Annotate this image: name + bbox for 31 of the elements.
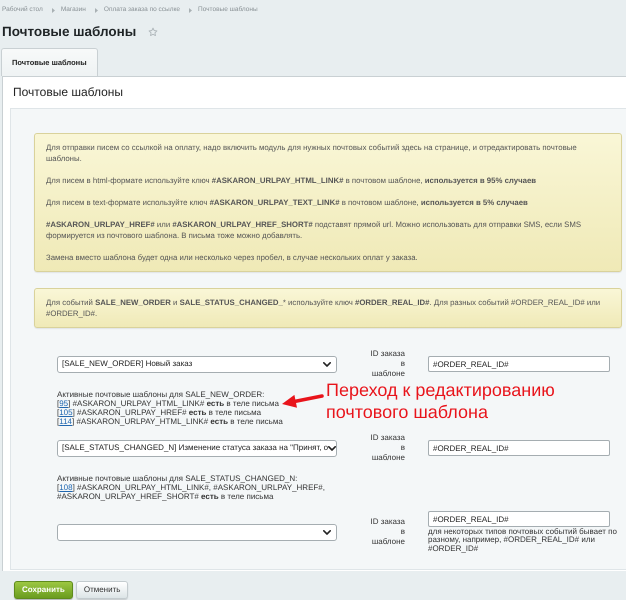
caret-right-icon [189, 8, 192, 12]
chevron-down-icon [323, 362, 331, 366]
star-icon[interactable] [148, 27, 158, 37]
template-line: [108] #ASKARON_URLPAY_HTML_LINK#, #ASKARON_URLPAY_HREF#, #ASKARON_URLPAY_HREF_SHORT# есть в теле письма [57, 483, 326, 501]
hint-text: для некоторых типов почтовых событий бывает по разному, например, #ORDER_REAL_ID# или #ORDER_ID# [428, 527, 618, 553]
template-line: [114] #ASKARON_URLPAY_HTML_LINK# есть в теле письма [57, 417, 283, 426]
order-id-label: ID заказа в шаблоне [370, 349, 405, 379]
chevron-down-icon [323, 530, 331, 534]
event-select[interactable] [57, 524, 337, 540]
page-title: Почтовые шаблоны [2, 23, 136, 41]
cancel-button[interactable]: Отменить [76, 581, 128, 599]
order-id-field[interactable]: #ORDER_REAL_ID# [428, 440, 610, 456]
section-title: Почтовые шаблоны [12, 84, 124, 100]
caret-right-icon [94, 8, 98, 12]
annotation-text: Переход к редактированию почтового шаблона [326, 379, 556, 423]
template-link[interactable]: 95 [59, 399, 68, 408]
order-id-label: ID заказа в шаблоне [370, 433, 405, 463]
active-templates-title: Активные почтовые шаблоны для SALE_STATUS_CHANGED_N: [57, 474, 298, 483]
order-id-field[interactable]: #ORDER_REAL_ID# [428, 356, 610, 372]
template-link[interactable]: 105 [59, 408, 73, 417]
event-select[interactable]: [SALE_NEW_ORDER] Новый заказ [57, 356, 337, 372]
chevron-down-icon [328, 446, 336, 450]
template-line: [105] #ASKARON_URLPAY_HREF# есть в теле письма [57, 408, 262, 417]
order-id-field[interactable]: #ORDER_REAL_ID# [428, 511, 610, 527]
order-id-label: ID заказа в шаблоне [370, 517, 405, 547]
active-templates-title: Активные почтовые шаблоны для SALE_NEW_ORDER: [57, 390, 264, 399]
template-link[interactable]: 114 [59, 417, 72, 426]
template-link[interactable]: 108 [59, 483, 73, 492]
event-select[interactable]: [SALE_STATUS_CHANGED_N] Изменение статуса заказа на "Принят, о [57, 440, 337, 456]
caret-right-icon [52, 8, 55, 12]
template-line: [95] #ASKARON_URLPAY_HTML_LINK# есть в теле письма [57, 399, 279, 408]
